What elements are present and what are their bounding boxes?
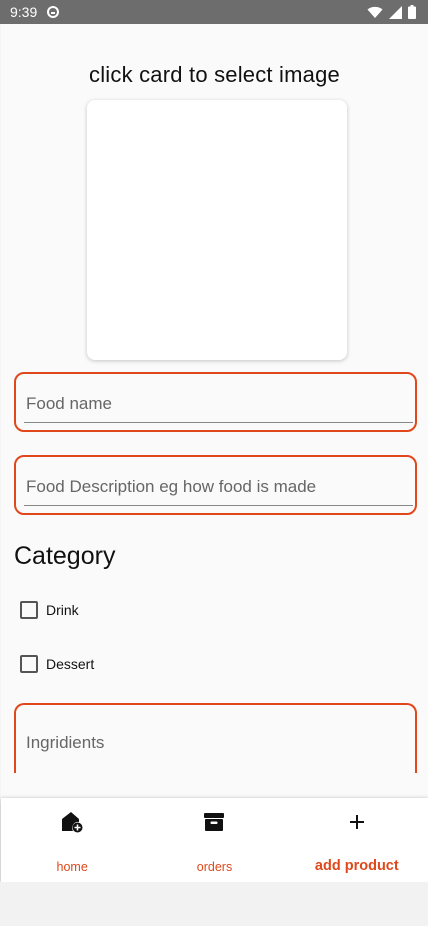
category-heading: Category (14, 542, 116, 570)
store-icon (200, 808, 228, 836)
cell-signal-icon (389, 5, 402, 19)
ingredients-field[interactable] (14, 703, 417, 773)
image-select-card[interactable] (87, 100, 347, 360)
food-name-field[interactable] (14, 372, 417, 432)
image-hint-text: click card to select image (89, 62, 340, 87)
drink-label: Drink (46, 602, 79, 618)
system-background (0, 882, 428, 926)
nav-label-orders: orders (196, 860, 233, 874)
category-option-drink[interactable]: Drink (20, 601, 79, 619)
add-product-form: click card to select image Category Drin… (1, 24, 428, 798)
drink-checkbox[interactable] (20, 601, 38, 619)
food-description-input[interactable] (24, 469, 413, 506)
dessert-checkbox[interactable] (20, 655, 38, 673)
nav-item-orders[interactable]: orders (143, 798, 285, 882)
category-option-dessert[interactable]: Dessert (20, 655, 94, 673)
nav-label-add-product: add product (314, 858, 399, 874)
status-bar: 9:39 (0, 0, 428, 24)
food-name-input[interactable] (24, 386, 413, 423)
app-notification-icon (47, 6, 60, 18)
food-description-field[interactable] (14, 455, 417, 515)
dessert-label: Dessert (46, 656, 95, 672)
battery-icon (408, 5, 416, 19)
app-screen: 9:39 click card to select image Category (0, 0, 428, 926)
ingredients-input[interactable] (24, 725, 413, 761)
plus-icon (343, 808, 371, 836)
bottom-navigation: home orders add product (1, 798, 428, 882)
add-home-icon (58, 808, 86, 836)
wifi-icon (367, 6, 383, 18)
nav-label-home: home (56, 860, 88, 874)
status-icons (367, 5, 416, 19)
nav-item-add-product[interactable]: add product (286, 798, 428, 882)
nav-item-home[interactable]: home (1, 798, 143, 882)
status-time: 9:39 (10, 4, 38, 20)
